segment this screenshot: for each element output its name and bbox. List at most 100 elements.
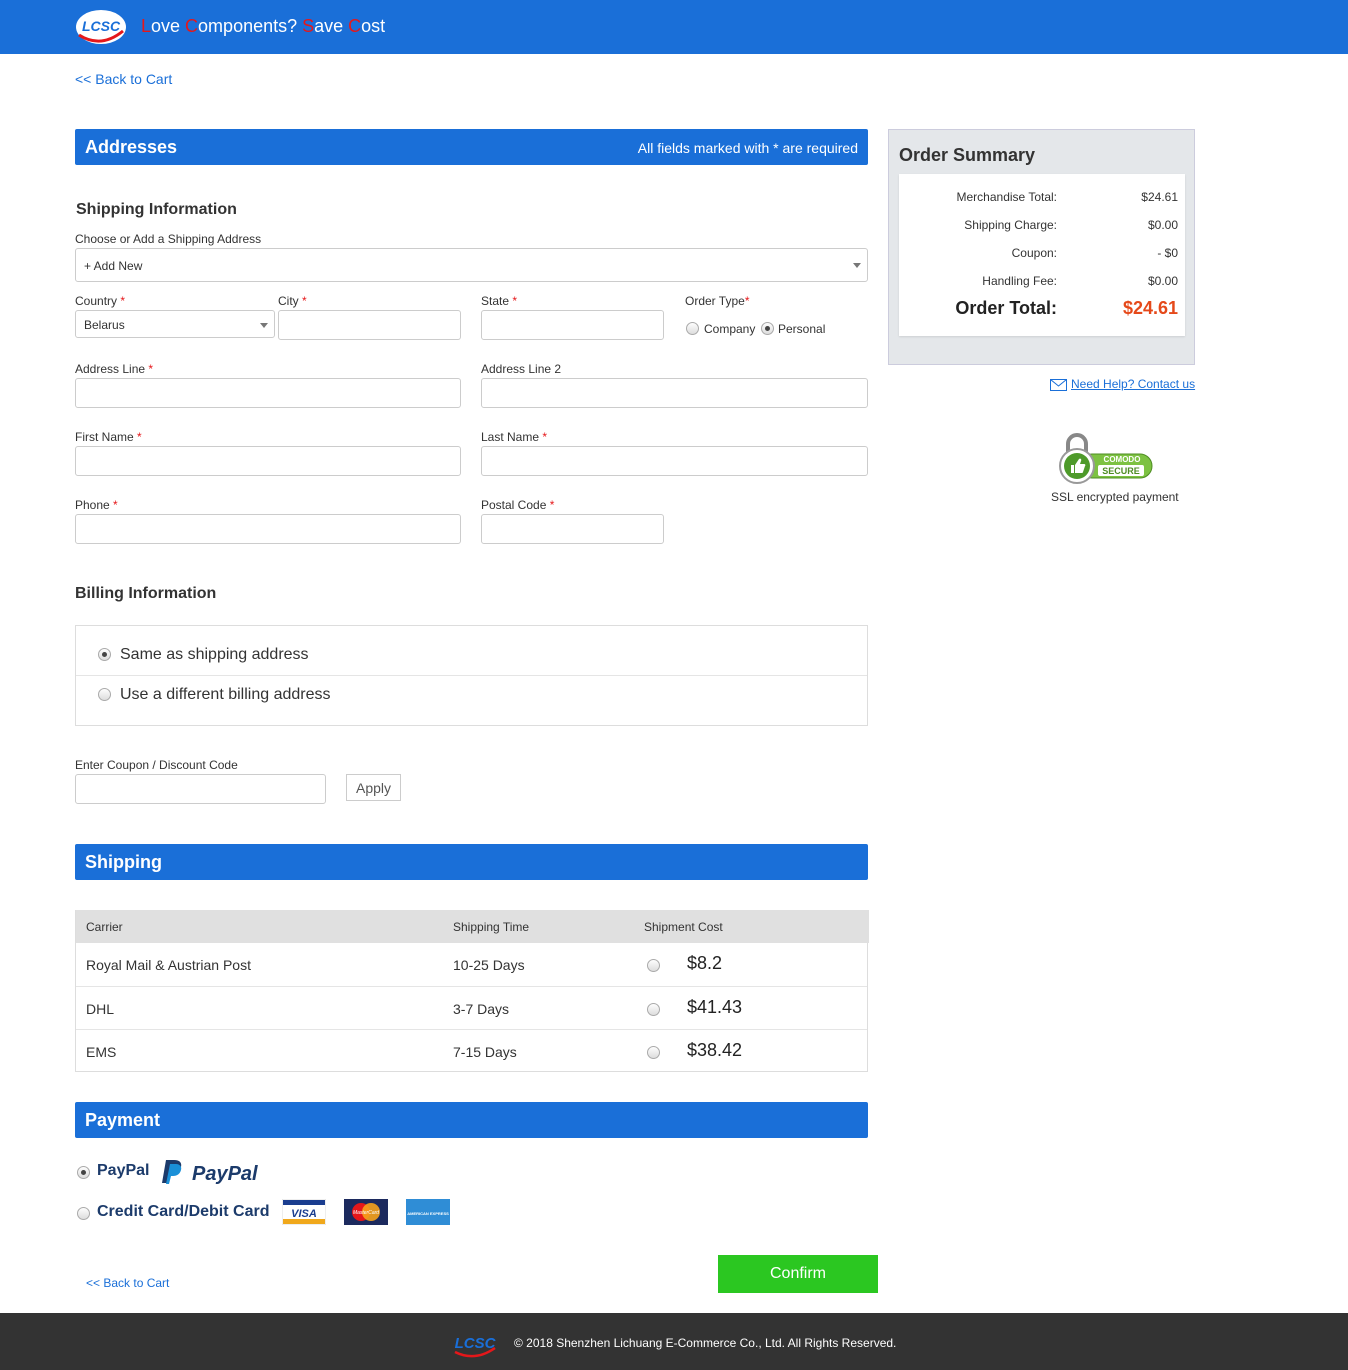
slogan-part: C bbox=[185, 16, 199, 36]
summary-value: $0.00 bbox=[1147, 218, 1178, 232]
state-input[interactable] bbox=[481, 310, 664, 340]
shipment-cost: $38.42 bbox=[687, 1040, 743, 1060]
slogan-part: ost bbox=[361, 16, 386, 36]
required-star: * bbox=[512, 294, 518, 308]
summary-label: Coupon: bbox=[1011, 246, 1057, 260]
lcsc-logo[interactable]: LCSC bbox=[75, 9, 127, 45]
billing-different-radio[interactable] bbox=[98, 688, 111, 701]
addresses-section-header: Addresses All fields marked with * are r… bbox=[75, 129, 868, 165]
apply-coupon-button[interactable]: Apply bbox=[346, 774, 401, 801]
payment-paypal-radio[interactable] bbox=[77, 1166, 90, 1179]
payment-paypal-label: PayPal bbox=[97, 1162, 150, 1179]
required-star: * bbox=[549, 498, 555, 512]
first-name-input[interactable] bbox=[75, 446, 461, 476]
required-star: * bbox=[113, 498, 118, 512]
first-name-label-text: First Name bbox=[75, 430, 134, 444]
amex-text: AMERICAN EXPRESS bbox=[407, 1211, 449, 1216]
required-star: * bbox=[137, 430, 142, 444]
need-help-contact-link[interactable]: Need Help? Contact us bbox=[1071, 377, 1195, 391]
postal-code-input[interactable] bbox=[481, 514, 664, 544]
address-select[interactable]: + Add New bbox=[75, 248, 868, 282]
slogan-part: L bbox=[141, 16, 152, 36]
carrier-radio[interactable] bbox=[647, 1003, 660, 1016]
required-star: * bbox=[148, 362, 154, 376]
city-input[interactable] bbox=[278, 310, 461, 340]
first-name-label: First Name * bbox=[75, 430, 142, 444]
shipping-time: 10-25 Days bbox=[453, 957, 525, 973]
paypal-logo: PayPal bbox=[162, 1160, 258, 1185]
visa-text: VISA bbox=[291, 1208, 317, 1220]
postal-code-label: Postal Code * bbox=[481, 498, 554, 512]
country-select[interactable]: Belarus bbox=[75, 310, 275, 338]
summary-label: Merchandise Total: bbox=[956, 190, 1058, 204]
top-header-bar: LCSC Love Components? Save Cost bbox=[0, 0, 1348, 54]
shipment-cost: $8.2 bbox=[687, 953, 723, 973]
payment-section-header: Payment bbox=[75, 1102, 868, 1138]
column-header-carrier: Carrier bbox=[86, 920, 123, 934]
payment-card-label: Credit Card/Debit Card bbox=[97, 1203, 270, 1220]
order-summary-panel: Order Summary Merchandise Total: $24.61 … bbox=[888, 129, 1195, 365]
address-line-label-text: Address Line bbox=[75, 362, 146, 376]
address-line-label: Address Line * bbox=[75, 362, 153, 376]
summary-label: Shipping Charge: bbox=[964, 218, 1057, 232]
order-total-label: Order Total: bbox=[955, 298, 1057, 318]
carrier-radio[interactable] bbox=[647, 1046, 660, 1059]
copyright-text: © 2018 Shenzhen Lichuang E-Commerce Co.,… bbox=[514, 1336, 897, 1350]
billing-information-heading: Billing Information bbox=[75, 585, 217, 602]
logo-text: LCSC bbox=[82, 18, 121, 34]
shipping-table: Carrier Shipping Time Shipment Cost Roya… bbox=[75, 910, 869, 1072]
table-row[interactable]: DHL 3-7 Days $41.43 bbox=[76, 986, 867, 1029]
address-line-input[interactable] bbox=[75, 378, 461, 408]
state-label-text: State bbox=[481, 294, 510, 308]
billing-same-radio[interactable] bbox=[98, 648, 111, 661]
back-to-cart-link[interactable]: << Back to Cart bbox=[75, 71, 172, 87]
billing-different-label: Use a different billing address bbox=[120, 686, 331, 703]
phone-label: Phone * bbox=[75, 498, 118, 512]
required-star: * bbox=[120, 294, 126, 308]
address-select-value: + Add New bbox=[84, 259, 143, 273]
visa-icon: VISA bbox=[282, 1199, 326, 1225]
order-type-personal-radio[interactable] bbox=[761, 322, 774, 335]
footer-logo: LCSC bbox=[454, 1335, 497, 1358]
summary-value: - $0 bbox=[1157, 246, 1178, 260]
envelope-icon bbox=[1050, 379, 1067, 391]
coupon-input[interactable] bbox=[75, 774, 326, 804]
mastercard-icon: MasterCard bbox=[344, 1199, 388, 1225]
order-type-personal-label: Personal bbox=[778, 322, 826, 336]
city-label: City * bbox=[278, 294, 307, 308]
confirm-button[interactable]: Confirm bbox=[718, 1255, 878, 1293]
shipping-table-header: Carrier Shipping Time Shipment Cost bbox=[76, 910, 869, 943]
slogan-part: C bbox=[348, 16, 362, 36]
phone-label-text: Phone bbox=[75, 498, 110, 512]
paypal-logo-text: PayPal bbox=[192, 1163, 258, 1185]
address-line2-input[interactable] bbox=[481, 378, 868, 408]
summary-value: $0.00 bbox=[1147, 274, 1178, 288]
address-line2-label: Address Line 2 bbox=[481, 362, 562, 376]
required-note: All fields marked with * are required bbox=[637, 140, 858, 156]
last-name-label-text: Last Name bbox=[481, 430, 540, 444]
phone-input[interactable] bbox=[75, 514, 461, 544]
coupon-label: Enter Coupon / Discount Code bbox=[75, 758, 238, 772]
required-star: * bbox=[744, 294, 750, 308]
footer-logo-text: LCSC bbox=[455, 1335, 497, 1352]
order-type-company-label: Company bbox=[704, 322, 756, 336]
footer: LCSC © 2018 Shenzhen Lichuang E-Commerce… bbox=[0, 1313, 1348, 1370]
last-name-input[interactable] bbox=[481, 446, 868, 476]
state-label: State * bbox=[481, 294, 517, 308]
back-to-cart-link-bottom[interactable]: << Back to Cart bbox=[86, 1276, 169, 1290]
column-header-shipment-cost: Shipment Cost bbox=[644, 920, 723, 934]
shipping-time: 7-15 Days bbox=[453, 1044, 517, 1060]
order-type-company-radio[interactable] bbox=[686, 322, 699, 335]
postal-code-label-text: Postal Code bbox=[481, 498, 547, 512]
table-row[interactable]: EMS 7-15 Days $38.42 bbox=[76, 1029, 867, 1072]
table-row[interactable]: Royal Mail & Austrian Post 10-25 Days $8… bbox=[76, 943, 867, 986]
slogan-part: ove bbox=[151, 16, 186, 36]
carrier-radio[interactable] bbox=[647, 959, 660, 972]
ssl-caption: SSL encrypted payment bbox=[1051, 490, 1179, 504]
slogan: Love Components? Save Cost bbox=[141, 16, 385, 37]
order-summary-body: Merchandise Total: $24.61 Shipping Charg… bbox=[899, 174, 1185, 336]
payment-card-radio[interactable] bbox=[77, 1207, 90, 1220]
order-summary-title: Order Summary bbox=[899, 145, 1036, 165]
section-title: Payment bbox=[85, 1110, 161, 1130]
section-title: Shipping bbox=[85, 852, 162, 872]
